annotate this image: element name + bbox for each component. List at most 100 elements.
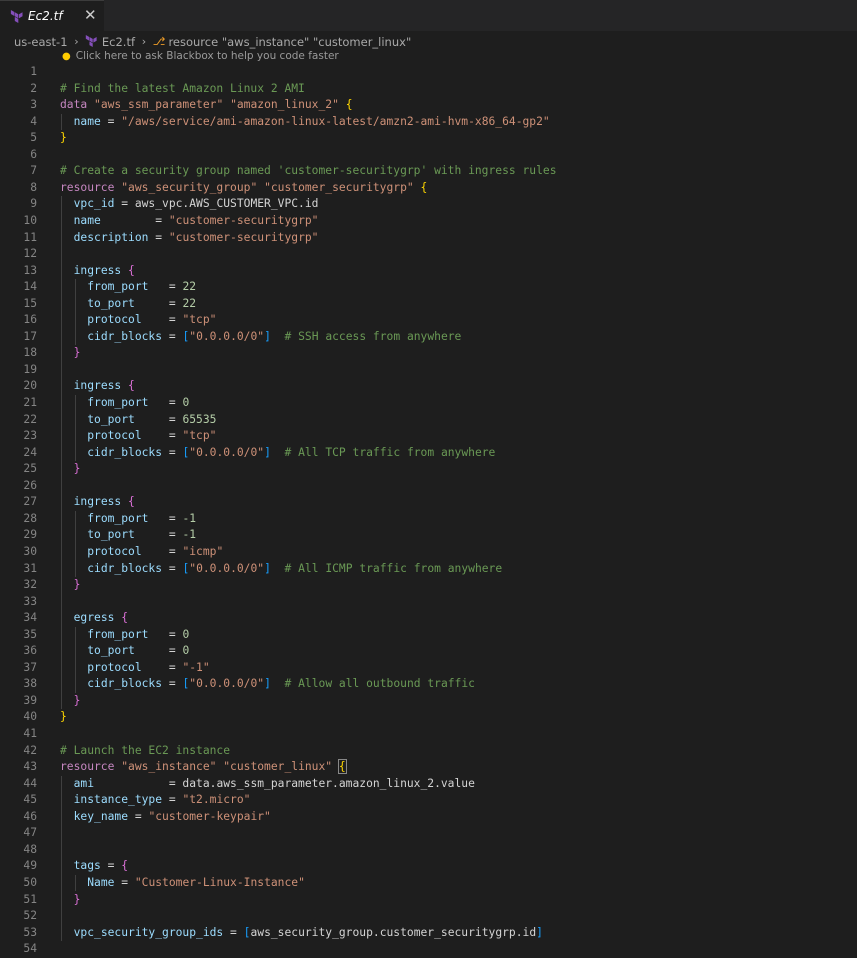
code-line[interactable]: 9 vpc_id = aws_vpc.AWS_CUSTOMER_VPC.id [0, 196, 857, 213]
line-number: 31 [23, 561, 37, 575]
line-number: 1 [30, 65, 37, 78]
close-icon[interactable]: ✕ [84, 6, 97, 24]
code-line[interactable]: 14 from_port = 22 [0, 279, 857, 296]
code-line[interactable]: 35 from_port = 0 [0, 627, 857, 644]
code-token: = [134, 412, 183, 426]
code-line[interactable]: 33 [0, 594, 857, 611]
code-line[interactable]: 32 } [0, 577, 857, 594]
code-line[interactable]: 53 vpc_security_group_ids = [aws_securit… [0, 925, 857, 942]
code-line[interactable]: 2 # Find the latest Amazon Linux 2 AMI [0, 81, 857, 98]
code-line[interactable]: 44 ami = data.aws_ssm_parameter.amazon_l… [0, 776, 857, 793]
code-line[interactable]: 24 cidr_blocks = ["0.0.0.0/0"] # All TCP… [0, 445, 857, 462]
code-line[interactable]: 48 [0, 842, 857, 859]
code-line[interactable]: 45 instance_type = "t2.micro" [0, 792, 857, 809]
breadcrumb-symbol[interactable]: resource "aws_instance" "customer_linux" [168, 35, 411, 49]
line-number: 7 [30, 164, 37, 178]
code-line[interactable]: 27 ingress { [0, 494, 857, 511]
code-line[interactable]: 54 [0, 941, 857, 958]
code-line[interactable]: 28 from_port = -1 [0, 511, 857, 528]
code-line[interactable]: 12 [0, 246, 857, 263]
code-text: to_port = 22 [60, 296, 196, 313]
code-token: "aws_instance" [121, 760, 217, 774]
indent-guide [74, 395, 76, 462]
code-line[interactable]: 50 Name = "Customer-Linux-Instance" [0, 875, 857, 892]
code-line[interactable]: 8 resource "aws_security_group" "customer… [0, 180, 857, 197]
code-line[interactable]: 7 # Create a security group named 'custom… [0, 163, 857, 180]
terraform-icon [86, 35, 97, 48]
code-token: { [128, 263, 135, 277]
indent-guide [74, 510, 76, 578]
code-line[interactable]: 26 [0, 478, 857, 495]
code-line[interactable]: 40} [0, 709, 857, 726]
code-line[interactable]: 13 ingress { [0, 263, 857, 280]
code-line[interactable]: 42 # Launch the EC2 instance [0, 743, 857, 760]
code-token: = [141, 429, 183, 443]
code-text: ingress { [60, 494, 135, 511]
code-token: from_port [87, 627, 149, 641]
code-token: vpc_security_group_ids [73, 925, 224, 939]
code-token: = [162, 561, 183, 575]
code-line[interactable]: 52 [0, 908, 857, 925]
code-line[interactable]: 29 to_port = -1 [0, 527, 857, 544]
line-number: 44 [23, 776, 37, 790]
code-text: } [60, 461, 81, 478]
code-line[interactable]: 4 name = "/aws/service/ami-amazon-linux-… [0, 114, 857, 131]
code-line[interactable]: 46 key_name = "customer-keypair" [0, 809, 857, 826]
code-line[interactable]: 20 ingress { [0, 378, 857, 395]
line-number: 36 [23, 644, 37, 658]
code-line[interactable]: 30 protocol = "icmp" [0, 544, 857, 561]
symbol-structure-icon: ⎇ [152, 35, 166, 48]
code-text: key_name = "customer-keypair" [60, 809, 271, 826]
code-line[interactable]: 25 } [0, 461, 857, 478]
code-line[interactable]: 23 protocol = "tcp" [0, 428, 857, 445]
code-line[interactable]: 38 cidr_blocks = ["0.0.0.0/0"] # Allow a… [0, 676, 857, 693]
code-line[interactable]: 47 [0, 825, 857, 842]
code-line[interactable]: 19 [0, 362, 857, 379]
code-line[interactable]: 1 [0, 64, 857, 81]
code-text: } [60, 577, 81, 594]
line-number: 50 [23, 875, 37, 889]
code-line[interactable]: 16 protocol = "tcp" [0, 312, 857, 329]
code-token: = [162, 677, 183, 691]
code-token: to_port [87, 296, 135, 310]
code-line[interactable]: 17 cidr_blocks = ["0.0.0.0/0"] # SSH acc… [0, 329, 857, 346]
code-token: 0 [182, 644, 190, 658]
blackbox-hint[interactable]: ● Click here to ask Blackbox to help you … [62, 50, 339, 64]
code-text: } [60, 892, 81, 909]
tab-label: Ec2.tf [28, 9, 63, 23]
code-line[interactable]: 21 from_port = 0 [0, 395, 857, 412]
line-number: 28 [23, 511, 37, 525]
code-line[interactable]: 43 resource "aws_instance" "customer_linu… [0, 759, 857, 776]
code-line[interactable]: 10 name = "customer-securitygrp" [0, 213, 857, 230]
code-line[interactable]: 37 protocol = "-1" [0, 660, 857, 677]
code-line[interactable]: 34 egress { [0, 610, 857, 627]
code-line[interactable]: 39 } [0, 693, 857, 710]
code-token: "tcp" [182, 313, 217, 327]
code-line[interactable]: 36 to_port = 0 [0, 643, 857, 660]
code-token: ingress [73, 495, 122, 509]
code-line[interactable]: 22 to_port = 65535 [0, 412, 857, 429]
code-line[interactable]: 6 [0, 147, 857, 164]
code-line[interactable]: 15 to_port = 22 [0, 296, 857, 313]
code-line[interactable]: 49 tags = { [0, 858, 857, 875]
code-line[interactable]: 51 } [0, 892, 857, 909]
tab-ec2-tf[interactable]: Ec2.tf ✕ [0, 0, 104, 31]
breadcrumb-file[interactable]: Ec2.tf [102, 35, 135, 49]
line-number: 38 [23, 677, 37, 691]
code-token: = [134, 528, 183, 542]
code-editor[interactable]: 1 2 # Find the latest Amazon Linux 2 AMI 3 d… [0, 63, 857, 955]
line-number: 46 [23, 809, 37, 823]
line-number: 43 [23, 760, 37, 774]
breadcrumb-region[interactable]: us-east-1 [14, 35, 68, 49]
code-line[interactable]: 18 } [0, 345, 857, 362]
code-token: = aws_vpc.AWS_CUSTOMER_VPC.id [114, 197, 319, 211]
code-line[interactable]: 5} [0, 130, 857, 147]
code-line[interactable]: 11 description = "customer-securitygrp" [0, 230, 857, 247]
code-line[interactable]: 41 [0, 726, 857, 743]
code-line[interactable]: 31 cidr_blocks = ["0.0.0.0/0"] # All ICM… [0, 561, 857, 578]
code-line[interactable]: 3 data "aws_ssm_parameter" "amazon_linux_… [0, 97, 857, 114]
